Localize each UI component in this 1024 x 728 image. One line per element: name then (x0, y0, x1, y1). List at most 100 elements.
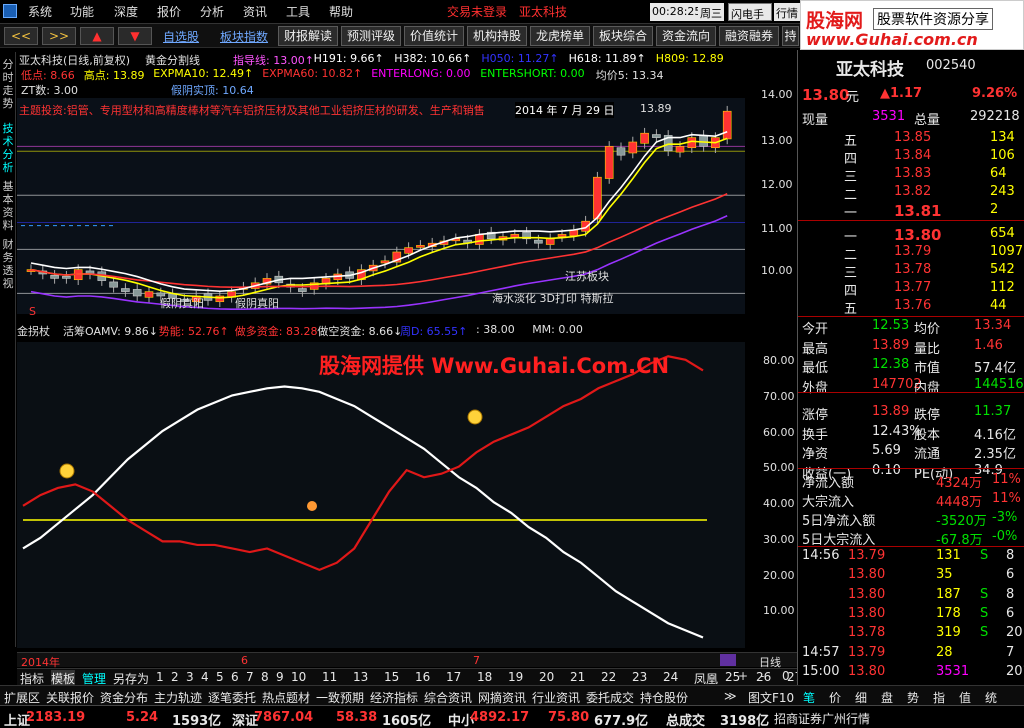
toolbar-btn-rating[interactable]: 预测评级 (341, 26, 401, 46)
template-item-20[interactable]: 19 (508, 670, 523, 684)
function-bar: 扩展区 关联报价 资金分布 主力轨迹 逐笔委托 热点题材 一致预期 经济指标 综合资讯 网摘资讯行… (0, 685, 1024, 705)
menu-quote[interactable]: 报价 (157, 3, 181, 20)
menu-depth[interactable]: 深度 (114, 3, 138, 20)
template-item-24[interactable]: 23 (632, 670, 647, 684)
template-item-14[interactable]: 11 (322, 670, 337, 684)
template-item-22[interactable]: 21 (570, 670, 585, 684)
sell-price-3: 13.82 (894, 184, 932, 199)
template-item-7[interactable]: 4 (201, 670, 209, 684)
template-item-12[interactable]: 9 (276, 670, 284, 684)
toolbar-btn-sector[interactable]: 板块综合 (593, 26, 653, 46)
func-tab-18[interactable]: 盘 (881, 689, 893, 706)
template-item-13[interactable]: 10 (291, 670, 306, 684)
tab-intraday[interactable]: 分时走势 (1, 58, 15, 110)
template-item-5[interactable]: 2 (171, 670, 179, 684)
sector-index-link[interactable]: 板块指数 (220, 28, 268, 45)
template-item-19[interactable]: 18 (477, 670, 492, 684)
toolbar-btn-value[interactable]: 价值统计 (404, 26, 464, 46)
buy-row-1: 二 13.79 1097 (800, 244, 1023, 263)
func-tab-0[interactable]: 扩展区 (4, 689, 40, 706)
next-stock-button[interactable]: ▼ (118, 27, 152, 45)
func-tab-2[interactable]: 资金分布 (100, 689, 148, 706)
template-item-17[interactable]: 16 (415, 670, 430, 684)
func-tab-6[interactable]: 一致预期 (316, 689, 364, 706)
func-tab-20[interactable]: 指 (933, 689, 945, 706)
func-tab-11[interactable]: 委托成交 (586, 689, 634, 706)
func-tab-4[interactable]: 逐笔委托 (208, 689, 256, 706)
prev-stock-button[interactable]: ▲ (80, 27, 114, 45)
buy-price-4: 13.76 (894, 298, 932, 313)
toolbar-btn-report[interactable]: 财报解读 (278, 26, 338, 46)
toolbar-btn-fundflow[interactable]: 资金流向 (656, 26, 716, 46)
flash-trade-button[interactable]: 闪电手 (728, 3, 772, 21)
toolbar-btn-dragon[interactable]: 龙虎榜单 (530, 26, 590, 46)
sell-level-3: 二 (844, 188, 858, 203)
oscillator-panel[interactable]: 金拐杖 活筹OAMV: 9.86↓ 势能: 52.76↑ 做多资金: 83.28 做空… (17, 320, 797, 652)
func-tab-14[interactable]: 图文F10 (748, 689, 794, 706)
flow-pct-2: -3% (992, 510, 1018, 525)
zoom-reset-button[interactable]: 0 (782, 669, 790, 683)
func-tab-15[interactable]: 笔 (803, 689, 815, 706)
func-tab-16[interactable]: 价 (829, 689, 841, 706)
kaxis-13: 13.00 (761, 134, 793, 147)
template-item-4[interactable]: 1 (156, 670, 164, 684)
func-tab-13[interactable]: ≫ (724, 689, 737, 703)
watermark: 股海网提供 Www.Guhai.Com.CN (319, 354, 670, 378)
prev-page-button[interactable]: << (4, 27, 38, 45)
template-item-8[interactable]: 5 (216, 670, 224, 684)
func-tab-3[interactable]: 主力轨迹 (154, 689, 202, 706)
template-item-6[interactable]: 3 (186, 670, 194, 684)
kaxis-11: 11.00 (761, 222, 793, 235)
tick-price-2: 13.80 (848, 586, 886, 602)
template-item-15[interactable]: 13 (353, 670, 368, 684)
func-tab-19[interactable]: 势 (907, 689, 919, 706)
func-tab-12[interactable]: 持仓股份 (640, 689, 688, 706)
menu-help[interactable]: 帮助 (329, 3, 353, 20)
template-item-23[interactable]: 22 (601, 670, 616, 684)
template-item-25[interactable]: 24 (663, 670, 678, 684)
menu-system[interactable]: 系统 (28, 3, 52, 20)
watchlist-link[interactable]: 自选股 (163, 28, 199, 45)
tab-technical[interactable]: 技术分析 (1, 122, 15, 174)
next-page-button[interactable]: >> (42, 27, 76, 45)
template-item-9[interactable]: 6 (231, 670, 239, 684)
func-tab-21[interactable]: 值 (959, 689, 971, 706)
total-volume-label: 总量 (914, 113, 941, 128)
toolbar-btn-more[interactable]: 持 (782, 26, 799, 46)
kline-r1-0: 指导线: 13.00↑ (233, 54, 314, 67)
template-item-16[interactable]: 15 (384, 670, 399, 684)
zoom-out-button[interactable]: - (760, 669, 764, 683)
func-tab-22[interactable]: 统 (985, 689, 997, 706)
func-tab-9[interactable]: 网摘资讯 (478, 689, 526, 706)
func-tab-8[interactable]: 综合资讯 (424, 689, 472, 706)
candle (109, 281, 118, 288)
kline-panel[interactable]: 亚太科技(日线,前复权) 黄金分割线 指导线: 13.00↑ H191: 9.66… (17, 50, 797, 318)
kline-indicator-name[interactable]: 黄金分割线 (145, 52, 200, 68)
template-item-11[interactable]: 8 (261, 670, 269, 684)
menu-news[interactable]: 资讯 (243, 3, 267, 20)
func-tab-1[interactable]: 关联报价 (46, 689, 94, 706)
buy-volume-0: 654 (990, 226, 1015, 241)
toolbar-btn-margin[interactable]: 融资融券 (719, 26, 779, 46)
menu-analysis[interactable]: 分析 (200, 3, 224, 20)
tab-finance[interactable]: 财务透视 (1, 238, 15, 290)
kline-chart[interactable] (17, 50, 797, 318)
menu-function[interactable]: 功能 (70, 3, 94, 20)
osc-param-3: 做空资金: 8.66↓ (317, 325, 403, 338)
scroll-thumb[interactable] (720, 654, 736, 666)
stat-value-6: 5.69 (872, 443, 901, 458)
tab-profile[interactable]: 基本资料 (1, 180, 15, 232)
osc-title[interactable]: 金拐杖 (17, 323, 50, 339)
menu-tools[interactable]: 工具 (286, 3, 310, 20)
func-tab-5[interactable]: 热点题材 (262, 689, 310, 706)
flow-label-1: 大宗流入 (802, 495, 855, 510)
toolbar-btn-institution[interactable]: 机构持股 (467, 26, 527, 46)
zoom-in-button[interactable]: + (738, 669, 748, 683)
func-tab-10[interactable]: 行业资讯 (532, 689, 580, 706)
app-icon[interactable] (3, 4, 17, 18)
template-item-21[interactable]: 20 (539, 670, 554, 684)
func-tab-7[interactable]: 经济指标 (370, 689, 418, 706)
template-item-18[interactable]: 17 (446, 670, 461, 684)
template-item-10[interactable]: 7 (246, 670, 254, 684)
func-tab-17[interactable]: 细 (855, 689, 867, 706)
